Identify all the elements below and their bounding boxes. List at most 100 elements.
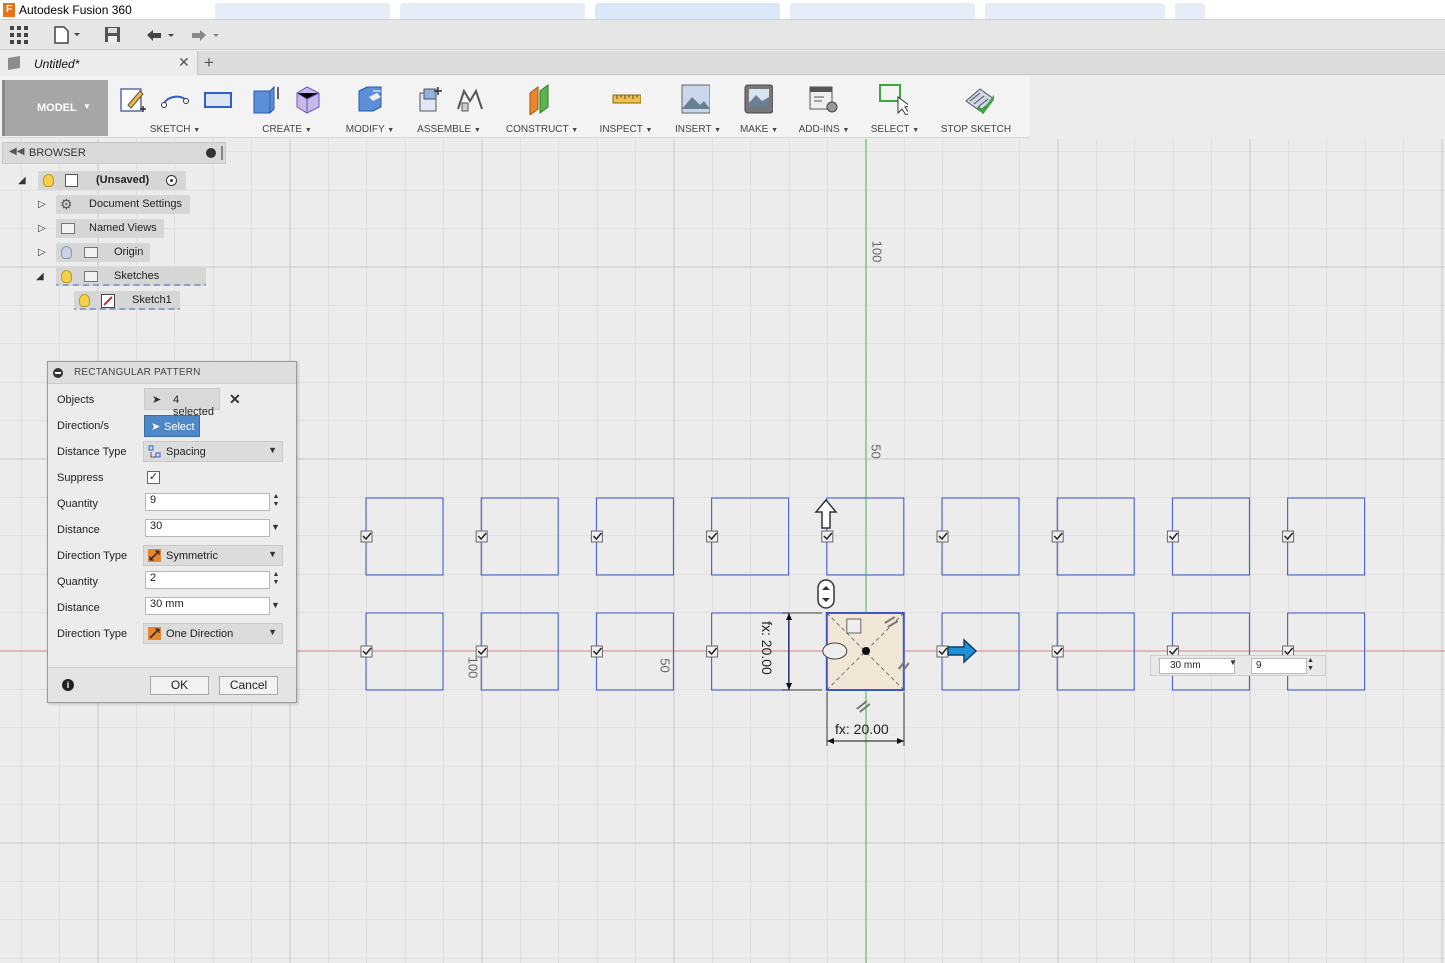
visibility-bulb-icon[interactable] xyxy=(61,246,72,259)
visibility-bulb-icon[interactable] xyxy=(43,174,54,187)
objects-row: Objects ➤ 4 selected ✕ xyxy=(48,387,296,418)
inline-distance-field[interactable]: 30 mm xyxy=(1159,658,1235,674)
add-ins-group[interactable]: ADD-INS ▼ xyxy=(794,76,854,138)
quantity1-input[interactable]: 9 xyxy=(145,493,270,511)
suppress-row: Suppress ✓ xyxy=(48,465,296,491)
direction-type1-dropdown[interactable]: Symmetric ▼ xyxy=(143,545,283,566)
background-tab[interactable] xyxy=(1175,3,1205,19)
background-tab[interactable] xyxy=(985,3,1165,19)
chevron-down-icon[interactable]: ▼ xyxy=(271,522,280,532)
distance1-input[interactable]: 30 xyxy=(145,519,270,537)
inline-quantity-field[interactable]: 9 xyxy=(1251,658,1307,674)
tree-item-document-settings[interactable]: ▷ ⚙ Document Settings xyxy=(36,195,196,214)
background-tab[interactable] xyxy=(215,3,390,19)
sketch-icon xyxy=(101,294,115,308)
stop-sketch-icon[interactable] xyxy=(964,83,994,115)
3d-print-icon[interactable] xyxy=(743,83,773,115)
workspace-label: MODEL xyxy=(37,102,77,114)
extrude-icon[interactable] xyxy=(250,83,280,115)
tree-item-named-views[interactable]: ▷ Named Views xyxy=(36,219,196,238)
close-tab-icon[interactable]: ✕ xyxy=(178,54,190,71)
directions-select-button[interactable]: ➤ Select xyxy=(144,415,200,437)
select-group[interactable]: SELECT ▼ xyxy=(866,76,924,138)
file-menu-icon[interactable] xyxy=(54,26,82,44)
rectangular-pattern-dialog: RECTANGULAR PATTERN Objects ➤ 4 selected… xyxy=(47,361,297,703)
insert-group[interactable]: INSERT ▼ xyxy=(668,76,728,138)
folder-icon xyxy=(61,223,75,234)
collapse-panel-icon[interactable]: ◀◀ xyxy=(9,146,24,157)
scripts-icon[interactable] xyxy=(808,83,838,115)
cancel-button[interactable]: Cancel xyxy=(219,676,278,695)
tree-item-label: Origin xyxy=(114,246,144,258)
data-panel-grid-icon[interactable] xyxy=(10,26,28,44)
distance-type-dropdown[interactable]: Spacing ▼ xyxy=(143,441,283,462)
make-group[interactable]: MAKE ▼ xyxy=(736,76,782,138)
tree-item-sketch1[interactable]: Sketch1 xyxy=(74,291,184,310)
objects-selector[interactable]: ➤ 4 selected xyxy=(144,388,220,418)
quantity2-stepper[interactable]: ▲ ▼ xyxy=(270,571,282,589)
stop-sketch-group[interactable]: STOP SKETCH xyxy=(934,76,1018,138)
insert-image-icon[interactable] xyxy=(680,83,710,115)
background-tab[interactable] xyxy=(400,3,585,19)
chevron-down-icon[interactable]: ▼ xyxy=(1229,658,1237,667)
expand-triangle-icon[interactable]: ▷ xyxy=(38,222,49,235)
quantity-stepper[interactable]: ▲ ▼ xyxy=(1307,657,1314,673)
new-component-icon[interactable] xyxy=(414,83,444,115)
background-tab[interactable] xyxy=(595,3,780,19)
distance2-input[interactable]: 30 mm xyxy=(145,597,270,615)
document-tab-bar: Untitled* ✕ + xyxy=(0,51,1445,75)
redo-icon[interactable] xyxy=(189,26,221,44)
pattern-instance-rectangle xyxy=(595,497,674,576)
browser-panel-header[interactable]: ◀◀ BROWSER xyxy=(2,142,226,164)
collapse-triangle-icon[interactable]: ◢ xyxy=(18,174,29,187)
suppress-checkbox[interactable]: ✓ xyxy=(147,471,160,484)
offset-plane-icon[interactable] xyxy=(526,83,556,115)
create-sketch-icon[interactable] xyxy=(118,83,148,115)
tree-item-sketches[interactable]: ◢ Sketches xyxy=(36,267,206,286)
select-icon[interactable] xyxy=(878,83,908,115)
visibility-bulb-icon[interactable] xyxy=(79,294,90,307)
quantity1-stepper[interactable]: ▲ ▼ xyxy=(270,493,282,511)
create-group[interactable]: CREATE ▼ xyxy=(244,76,330,138)
assemble-group[interactable]: ASSEMBLE ▼ xyxy=(410,76,488,138)
measure-icon[interactable] xyxy=(611,83,641,115)
undo-icon[interactable] xyxy=(144,26,176,44)
direction-type2-dropdown[interactable]: One Direction ▼ xyxy=(143,623,283,644)
visibility-bulb-icon[interactable] xyxy=(61,270,72,283)
modify-group[interactable]: MODIFY ▼ xyxy=(340,76,400,138)
expand-triangle-icon[interactable]: ▷ xyxy=(38,246,49,259)
tree-item-origin[interactable]: ▷ Origin xyxy=(36,243,196,262)
collapse-browser-icon[interactable] xyxy=(206,148,216,158)
collapse-triangle-icon[interactable]: ◢ xyxy=(36,270,47,283)
form-icon[interactable] xyxy=(292,83,322,115)
vertical-dimension-label[interactable]: fx: 20.00 xyxy=(759,613,775,683)
press-pull-icon[interactable] xyxy=(355,83,385,115)
chevron-down-icon[interactable]: ▼ xyxy=(271,600,280,610)
chevron-down-icon: ▼ xyxy=(268,549,277,559)
clear-selection-icon[interactable]: ✕ xyxy=(229,391,241,408)
folder-icon xyxy=(84,247,98,258)
info-icon[interactable]: i xyxy=(62,679,74,691)
inspect-group[interactable]: INSPECT ▼ xyxy=(594,76,658,138)
active-radio-icon[interactable] xyxy=(166,175,177,186)
horizontal-dimension-label[interactable]: fx: 20.00 xyxy=(835,721,889,737)
tree-item-root[interactable]: ◢ (Unsaved) xyxy=(18,171,188,190)
expand-triangle-icon[interactable]: ▷ xyxy=(38,198,49,211)
joint-icon[interactable] xyxy=(454,83,484,115)
line-icon[interactable] xyxy=(160,83,190,115)
vertical-spacing-handle[interactable] xyxy=(817,579,835,609)
rectangle-icon[interactable] xyxy=(202,83,232,115)
construct-group[interactable]: CONSTRUCT ▼ xyxy=(500,76,584,138)
collapse-dialog-icon[interactable] xyxy=(53,368,63,378)
background-tab[interactable] xyxy=(790,3,975,19)
ok-button[interactable]: OK xyxy=(150,676,209,695)
sketch-group[interactable]: SKETCH ▼ xyxy=(114,76,236,138)
document-tab[interactable]: Untitled* ✕ xyxy=(0,51,198,75)
direction-right-arrow-handle[interactable] xyxy=(947,638,978,664)
save-icon[interactable] xyxy=(104,26,122,44)
new-tab-icon[interactable]: + xyxy=(204,53,214,73)
quantity2-input[interactable]: 2 xyxy=(145,571,270,589)
dialog-header[interactable]: RECTANGULAR PATTERN xyxy=(48,362,296,384)
workspace-switcher[interactable]: MODEL ▼ xyxy=(2,80,108,136)
direction-up-arrow-handle[interactable] xyxy=(814,498,838,529)
